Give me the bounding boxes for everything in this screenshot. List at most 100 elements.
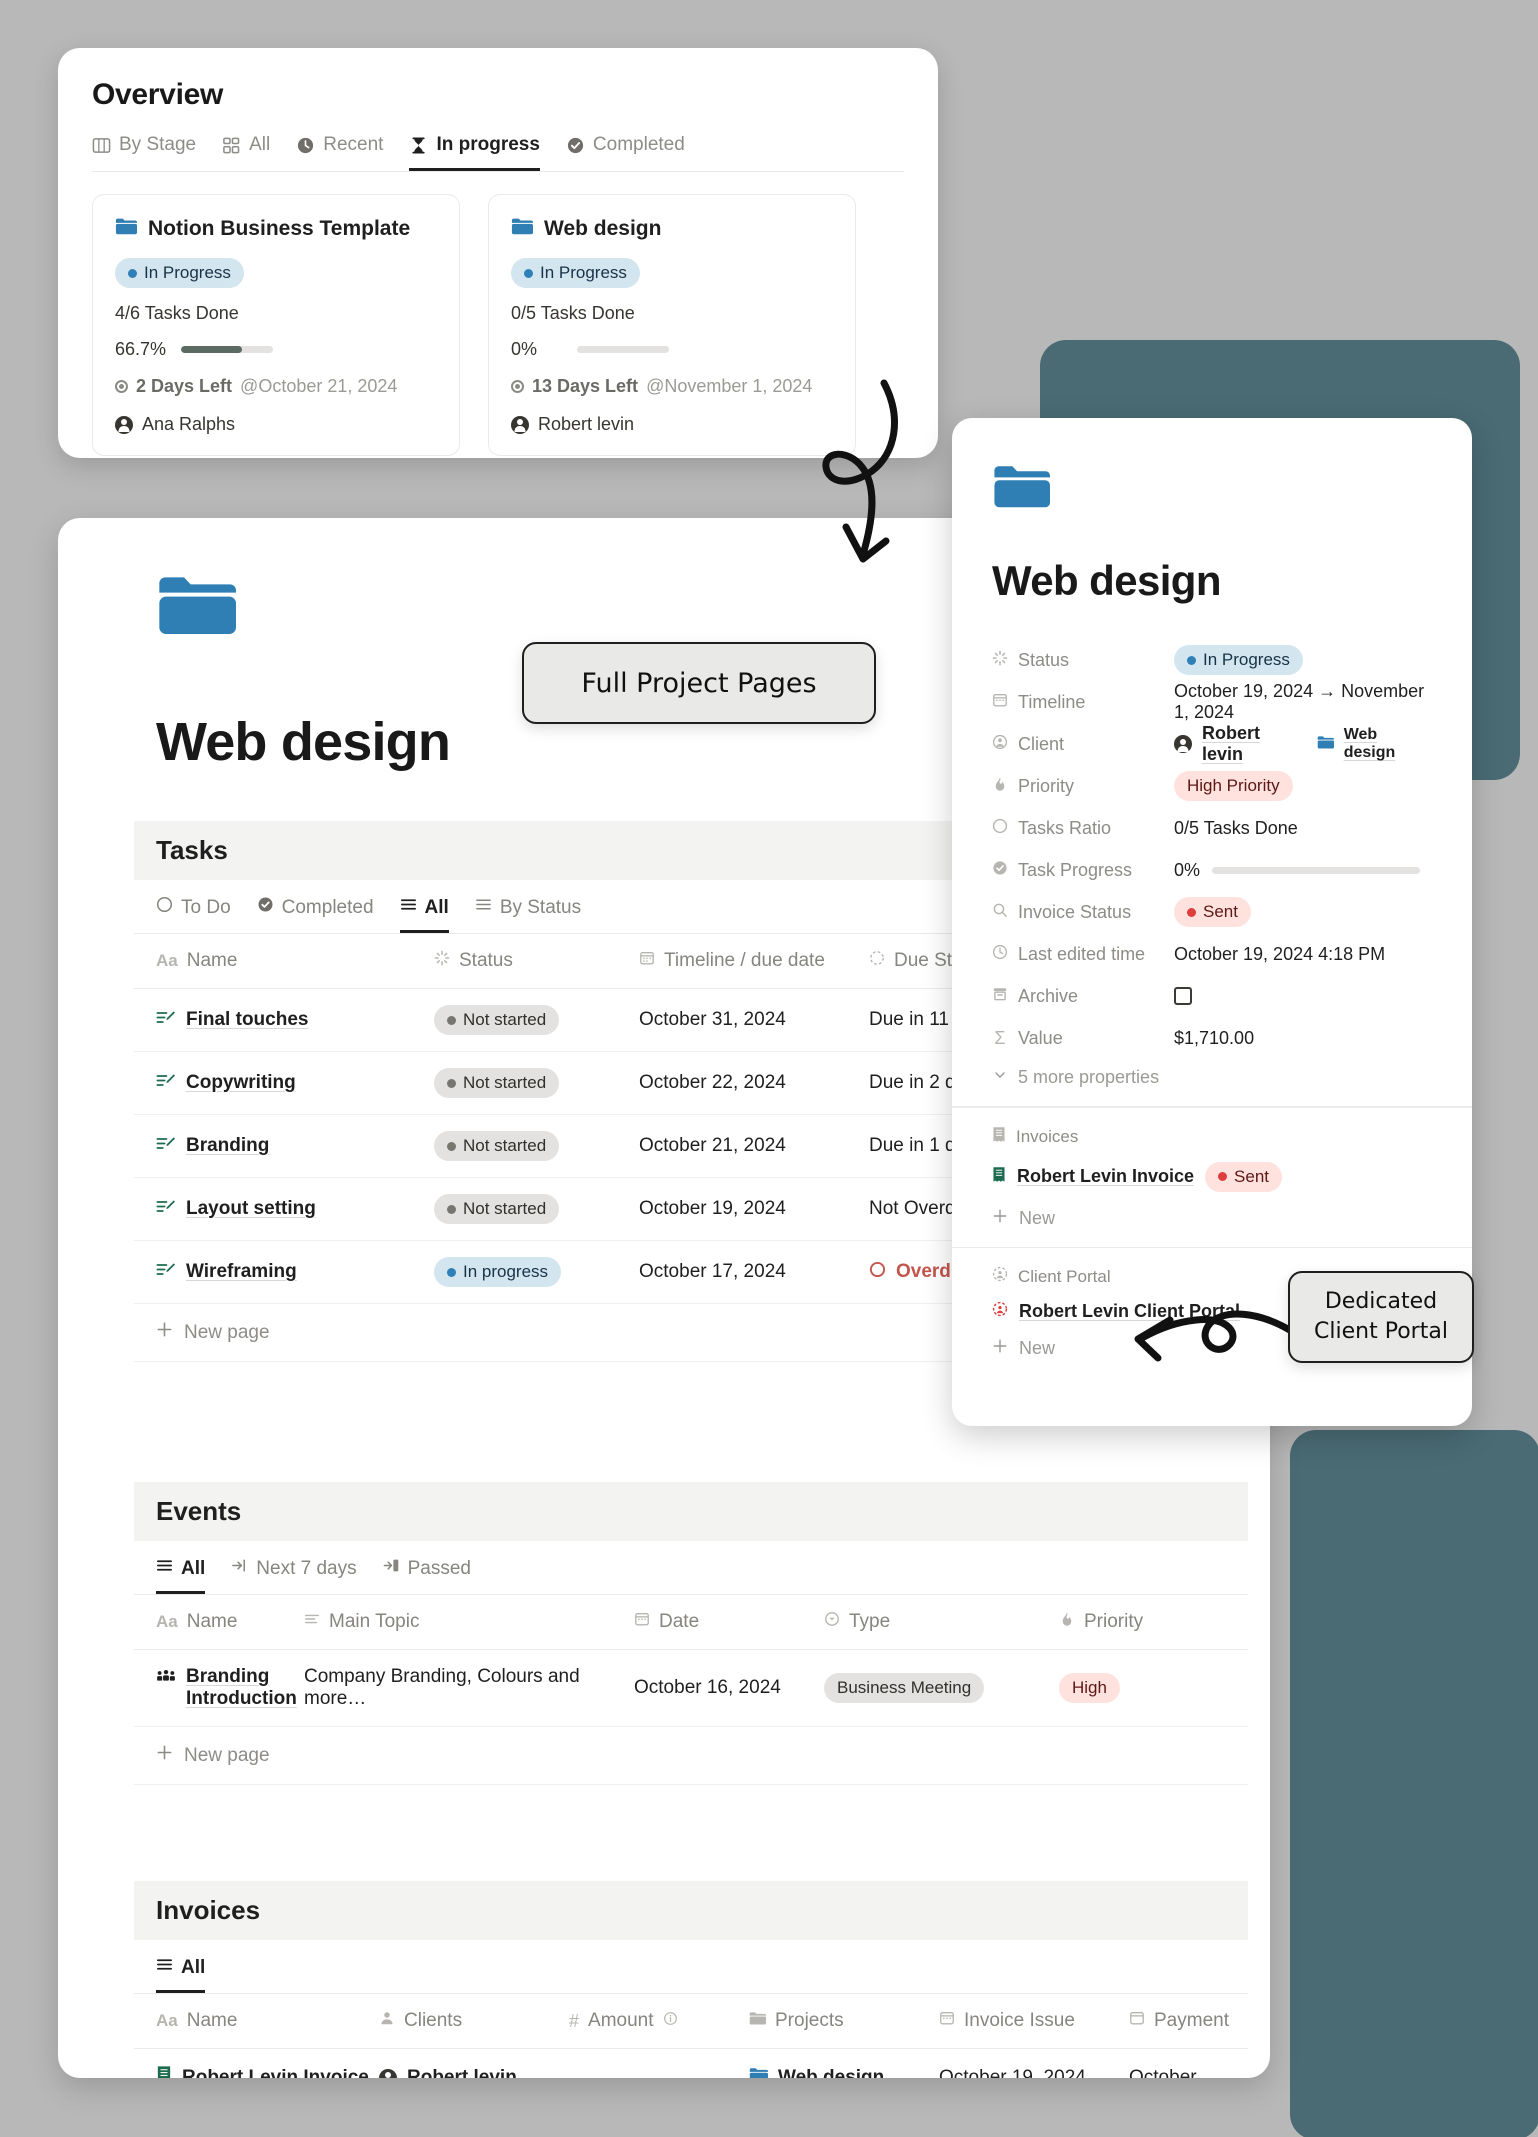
arrow-to-client-portal (1134, 1310, 1300, 1362)
days-left: 2 Days Left (136, 376, 233, 396)
tab-label: All (181, 1557, 206, 1579)
archive-checkbox[interactable] (1174, 987, 1192, 1005)
progress-percent: 66.7% (115, 339, 167, 359)
column-header-type[interactable]: Type (824, 1595, 1059, 1650)
tab-recent[interactable]: Recent (296, 134, 383, 171)
property-invoice-status[interactable]: Invoice Status Sent (992, 891, 1432, 933)
column-header-name[interactable]: Aa Name (134, 1595, 304, 1650)
column-header-timeline[interactable]: Timeline / due date (639, 934, 869, 989)
event-topic-cell[interactable]: Company Branding, Colours and more… (304, 1649, 634, 1727)
invoice-status-badge: Sent (1205, 1161, 1283, 1192)
event-priority-cell[interactable]: High (1059, 1649, 1248, 1727)
column-header-projects[interactable]: Projects (749, 1994, 939, 2049)
owner-row: Robert levin (511, 414, 833, 435)
tab-completed[interactable]: Completed (257, 896, 374, 933)
table-row[interactable]: Robert Levin Invoice Robert levin Web de… (134, 2048, 1248, 2078)
task-status-cell[interactable]: Not started (434, 1051, 639, 1115)
folder-icon (992, 462, 1432, 517)
invoice-project-cell[interactable]: Web design (749, 2048, 939, 2078)
task-status-cell[interactable]: In progress (434, 1240, 639, 1304)
property-client[interactable]: Client Robert levin Web design (992, 723, 1432, 765)
tab-next-7-days[interactable]: Next 7 days (231, 1557, 357, 1594)
new-page-button[interactable]: New page (134, 1727, 1248, 1785)
tab-all[interactable]: All (156, 1557, 206, 1594)
task-status-cell[interactable]: Not started (434, 1114, 639, 1178)
property-status[interactable]: Status In Progress (992, 639, 1432, 681)
invoice-name-cell[interactable]: Robert Levin Invoice (134, 2048, 379, 2078)
project-card[interactable]: Notion Business Template In Progress 4/6… (92, 194, 460, 456)
column-header-clients[interactable]: Clients (379, 1994, 569, 2049)
event-type-cell[interactable]: Business Meeting (824, 1649, 1059, 1727)
task-date-cell[interactable]: October 22, 2024 (639, 1051, 869, 1115)
column-header-payment[interactable]: Payment (1129, 1994, 1248, 2049)
column-header-name[interactable]: Aa Name (134, 934, 434, 989)
tab-completed[interactable]: Completed (566, 134, 685, 171)
folder-icon (115, 217, 137, 241)
event-name-cell[interactable]: Branding Introduction (134, 1649, 304, 1727)
task-status-cell[interactable]: Not started (434, 1177, 639, 1241)
invoice-amount-cell[interactable] (569, 2048, 749, 2078)
task-date-cell[interactable]: October 31, 2024 (639, 988, 869, 1052)
invoice-client-cell[interactable]: Robert levin (379, 2048, 569, 2078)
invoice-icon (992, 1166, 1006, 1188)
tab-by-stage[interactable]: By Stage (92, 134, 196, 171)
more-properties-toggle[interactable]: 5 more properties (992, 1067, 1432, 1088)
events-tab-bar: All Next 7 days Passed (134, 1557, 1248, 1595)
column-header-date[interactable]: Date (634, 1595, 824, 1650)
task-date-cell[interactable]: October 21, 2024 (639, 1114, 869, 1178)
due-row: 2 Days Left @October 21, 2024 (115, 376, 437, 397)
tab-in-progress[interactable]: In progress (409, 134, 540, 171)
tasks-ratio: 4/6 Tasks Done (115, 303, 239, 323)
invoice-issue-cell[interactable]: October 19, 2024 (939, 2048, 1129, 2078)
invoice-payment-cell[interactable]: October (1129, 2048, 1248, 2078)
info-icon[interactable] (663, 2010, 678, 2032)
column-header-amount[interactable]: # Amount (569, 1994, 749, 2049)
column-header-name[interactable]: Aa Name (134, 1994, 379, 2049)
task-name-cell[interactable]: Wireframing (134, 1240, 434, 1304)
new-invoice-button[interactable]: New (992, 1208, 1432, 1229)
task-name-cell[interactable]: Branding (134, 1114, 434, 1178)
chevron-down-icon (992, 1067, 1008, 1088)
invoice-link[interactable]: Robert Levin Invoice (1017, 1166, 1194, 1187)
task-name-cell[interactable]: Final touches (134, 988, 434, 1052)
column-header-status[interactable]: Status (434, 934, 639, 989)
plus-icon (156, 1744, 173, 1767)
client-link[interactable]: Robert levin (1202, 723, 1305, 765)
column-header-main-topic[interactable]: Main Topic (304, 1595, 634, 1650)
property-tasks-ratio[interactable]: Tasks Ratio 0/5 Tasks Done (992, 807, 1432, 849)
tab-all[interactable]: All (399, 896, 449, 933)
property-timeline[interactable]: Timeline October 19, 2024 → November 1, … (992, 681, 1432, 723)
task-date-cell[interactable]: October 17, 2024 (639, 1240, 869, 1304)
task-name-cell[interactable]: Layout setting (134, 1177, 434, 1241)
tab-all[interactable]: All (156, 1956, 206, 1993)
property-priority[interactable]: Priority High Priority (992, 765, 1432, 807)
status-badge: In Progress (511, 258, 640, 288)
overview-title: Overview (92, 78, 224, 111)
column-header-priority[interactable]: Priority (1059, 1595, 1248, 1650)
value-amount: $1,710.00 (1174, 1027, 1255, 1048)
property-last-edited-time: Last edited time October 19, 2024 4:18 P… (992, 933, 1432, 975)
task-name-cell[interactable]: Copywriting (134, 1051, 434, 1115)
text-type-icon: Aa (156, 2011, 178, 2030)
callout-text: Dedicated Client Portal (1314, 1289, 1448, 1344)
folder-icon (749, 2067, 768, 2078)
event-date-cell[interactable]: October 16, 2024 (634, 1649, 824, 1727)
target-icon (511, 380, 524, 393)
column-header-invoice-issue[interactable]: Invoice Issue (939, 1994, 1129, 2049)
tab-to-do[interactable]: To Do (156, 896, 231, 933)
property-task-progress[interactable]: Task Progress 0% (992, 849, 1432, 891)
tab-passed[interactable]: Passed (383, 1557, 471, 1594)
calendar-icon (1129, 2010, 1145, 2032)
task-date-cell[interactable]: October 19, 2024 (639, 1177, 869, 1241)
clock-icon (296, 136, 315, 155)
property-archive[interactable]: Archive (992, 975, 1432, 1017)
invoice-relation-item[interactable]: Robert Levin Invoice Sent (992, 1161, 1432, 1192)
owner-name: Ana Ralphs (142, 414, 236, 434)
tab-all[interactable]: All (222, 134, 270, 171)
project-link[interactable]: Web design (1344, 726, 1432, 762)
table-row[interactable]: Branding Introduction Company Branding, … (134, 1649, 1248, 1727)
table-header-row: Aa Name Main Topic Date Type Priority (134, 1595, 1248, 1650)
task-status-cell[interactable]: Not started (434, 988, 639, 1052)
tab-by-status[interactable]: By Status (475, 896, 581, 933)
list-icon (156, 1557, 173, 1580)
